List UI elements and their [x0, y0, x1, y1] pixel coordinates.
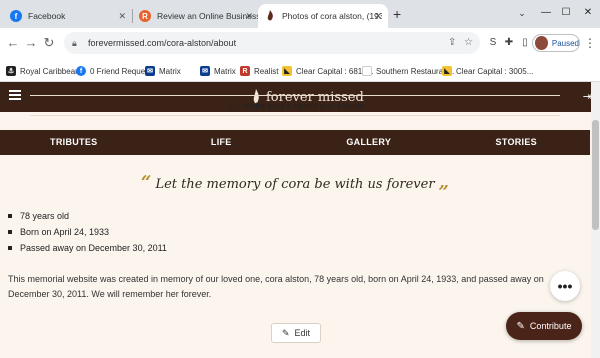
browser-tab-strip: f Facebook ✕ R Review an Online Business…	[0, 0, 600, 28]
memorial-quote: “ Let the memory of cora be with us fore…	[0, 172, 590, 193]
close-icon[interactable]: ✕	[245, 11, 253, 22]
close-quote-icon: „	[438, 172, 450, 193]
bookmark-label: Royal Caribbean	[20, 66, 80, 76]
bookmark-label: Clear Capital : 3005...	[456, 66, 534, 76]
bookmarks-bar: ⚓︎ Royal Caribbean f 0 Friend Requests ✉…	[0, 60, 600, 82]
edit-label: Edit	[294, 328, 311, 338]
edit-button[interactable]: ✎ Edit	[271, 323, 321, 343]
lock-icon: 🔒︎	[72, 38, 77, 48]
tab-facebook[interactable]: f Facebook ✕	[4, 4, 132, 28]
bookmark-star-icon[interactable]: ☆	[464, 37, 473, 48]
list-item: Born on April 24, 1933	[8, 224, 167, 240]
avatar	[535, 36, 548, 50]
fact-born: Born on April 24, 1933	[20, 227, 110, 237]
bookmark-friend-requests[interactable]: f 0 Friend Requests	[76, 64, 155, 78]
realist-icon: R	[240, 66, 250, 76]
quote-text: Let the memory of cora be with us foreve…	[155, 177, 435, 192]
fact-passed: Passed away on December 30, 2011	[20, 243, 167, 253]
life-facts-list: 78 years old Born on April 24, 1933 Pass…	[8, 208, 167, 256]
pencil-icon: ✎	[516, 320, 525, 332]
address-bar[interactable]: 🔒︎ forevermissed.com/cora-alston/about	[64, 32, 480, 54]
share-icon[interactable]: ⇪	[448, 37, 456, 48]
bookmark-royal-caribbean[interactable]: ⚓︎ Royal Caribbean	[6, 64, 80, 78]
blank-page-icon	[362, 66, 372, 76]
chevron-down-icon[interactable]: ⌄	[514, 5, 530, 21]
back-arrow-icon[interactable]: ←	[4, 34, 22, 52]
list-item: 78 years old	[8, 208, 167, 224]
matrix-icon: ✉	[145, 66, 155, 76]
tab-review-business[interactable]: R Review an Online Business ✕	[133, 4, 259, 28]
scrollbar[interactable]	[591, 82, 600, 358]
tab-stories[interactable]: STORIES	[443, 130, 591, 155]
clear-capital-icon: ◣	[282, 66, 292, 76]
tab-title: Photos of cora alston, (1933 - 20	[282, 11, 382, 21]
tab-title: Facebook	[28, 11, 66, 21]
bookmark-clear-capital-1[interactable]: ◣ Clear Capital : 6812...	[282, 64, 373, 78]
bookmark-label: Matrix	[214, 66, 236, 76]
flame-icon	[264, 10, 276, 22]
hamburger-menu-icon[interactable]	[9, 90, 21, 100]
invite-button[interactable]: 👤︎ Invite cora's family and friends	[30, 95, 560, 116]
invite-label: Invite cora's family and friends	[243, 100, 365, 111]
clear-capital-icon: ◣	[442, 66, 452, 76]
review-site-icon: R	[139, 10, 151, 22]
bookmark-realist[interactable]: R Realist	[240, 64, 278, 78]
profile-button[interactable]: Paused	[532, 34, 580, 52]
bookmark-label: Matrix	[159, 66, 181, 76]
tab-tributes[interactable]: TRIBUTES	[0, 130, 148, 155]
memorial-nav: TRIBUTES LIFE GALLERY STORIES	[0, 130, 590, 155]
close-icon[interactable]: ✕	[374, 11, 382, 22]
add-person-icon: 👤︎	[225, 100, 239, 111]
matrix-icon: ✉	[200, 66, 210, 76]
tab-forever-missed[interactable]: Photos of cora alston, (1933 - 20 ✕	[258, 4, 388, 28]
profile-status: Paused	[551, 38, 579, 48]
tab-title: Review an Online Business	[157, 11, 259, 21]
close-icon[interactable]: ✕	[118, 11, 126, 22]
browser-menu-icon[interactable]: ⋮	[584, 36, 596, 50]
contribute-button[interactable]: ✎ Contribute	[506, 312, 582, 340]
bookmark-southern-restaurant[interactable]: Southern Restauran...	[362, 64, 454, 78]
edit-pencil-icon: ✎	[281, 327, 290, 338]
memorial-description: This memorial website was created in mem…	[8, 274, 544, 299]
forward-arrow-icon[interactable]: →	[22, 34, 40, 52]
royal-caribbean-icon: ⚓︎	[6, 66, 16, 76]
fact-age: 78 years old	[20, 211, 70, 221]
contribute-label: Contribute	[529, 321, 572, 331]
open-quote-icon: “	[140, 172, 152, 193]
tab-life[interactable]: LIFE	[148, 130, 296, 155]
bookmark-matrix-1[interactable]: ✉ Matrix	[145, 64, 181, 78]
facebook-icon: f	[76, 66, 86, 76]
browser-toolbar: ← → ↻ 🔒︎ forevermissed.com/cora-alston/a…	[0, 28, 600, 60]
bookmark-clear-capital-2[interactable]: ◣ Clear Capital : 3005...	[442, 64, 533, 78]
list-item: Passed away on December 30, 2011	[8, 240, 167, 256]
scrollbar-thumb[interactable]	[592, 120, 599, 230]
maximize-icon[interactable]: ☐	[556, 3, 576, 21]
close-window-icon[interactable]: ✕	[578, 3, 598, 21]
extensions-puzzle-icon[interactable]: ✚	[502, 36, 516, 50]
url-text: forevermissed.com/cora-alston/about	[88, 38, 237, 48]
reload-icon[interactable]: ↻	[40, 34, 58, 52]
bookmark-label: Realist	[254, 66, 279, 76]
new-tab-button[interactable]: +	[393, 6, 401, 22]
extension-s-icon[interactable]: S	[486, 36, 500, 50]
tab-gallery[interactable]: GALLERY	[295, 130, 443, 155]
side-panel-icon[interactable]: ▯	[518, 36, 532, 50]
minimize-icon[interactable]: —	[536, 3, 556, 21]
page-content: forever missed ⇥ 👤︎ Invite cora's family…	[0, 82, 600, 358]
more-options-button[interactable]: •••	[550, 271, 580, 301]
bookmark-matrix-2[interactable]: ✉ Matrix	[200, 64, 236, 78]
facebook-icon: f	[10, 10, 22, 22]
